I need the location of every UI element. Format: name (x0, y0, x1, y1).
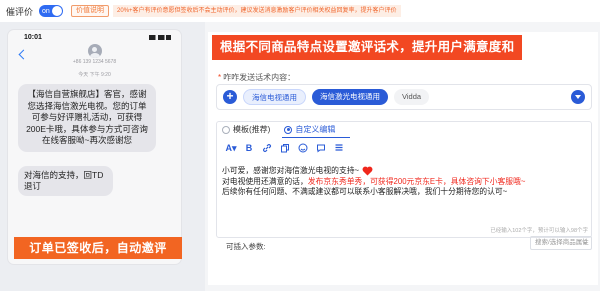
sender-number: +86 139 1234 5678 (72, 59, 117, 65)
editor-line-2-highlight: 发布京东秀单秀，可获得200元京东E卡，具体咨询下小客服哦~ (307, 176, 526, 186)
value-explanation-badge[interactable]: 价值说明 (71, 5, 110, 17)
radio-template[interactable]: 模板(推荐) (222, 124, 270, 135)
radio-template-dot (222, 125, 230, 134)
value-tip-text: 20%+客户有评价意愿但签收后不会主动评价，建议发送消息激励客户评价相关权益回复… (113, 5, 401, 17)
emoji-icon[interactable] (296, 142, 310, 154)
invite-review-label: 催评价 (6, 6, 34, 17)
editor-line-1-text: 小可爱，感谢您对海信激光电视的支持~ (222, 166, 360, 175)
insert-params-label: 可插入参数: (226, 242, 266, 251)
script-tip-callout: 根据不同商品特点设置邀评话术，提升用户满意度和粘性 (212, 35, 522, 79)
script-tag-selector: + 海信电视通用 海信激光电视通用 Vidda (216, 84, 592, 110)
tag-vidda[interactable]: Vidda (394, 89, 430, 105)
script-content-label: * 咋咋发送话术内容： (218, 72, 295, 83)
font-format-a-icon[interactable]: A▾ (224, 142, 238, 154)
radio-custom[interactable]: 自定义编辑 (284, 124, 335, 135)
active-tab-underline (282, 137, 350, 138)
editor-toolbar: A▾ B (224, 142, 350, 154)
phone-sms-preview: 10:01 +86 139 1234 5678 今天 下午 9:20 【海信自营… (8, 30, 181, 264)
settings-bar: 催评价 on 价值说明 20%+客户有评价意愿但签收后不会主动评价，建议发送消息… (0, 0, 600, 22)
sms-header: +86 139 1234 5678 (8, 44, 181, 70)
insert-params-select[interactable]: 搜索/选择商品属性 (530, 236, 592, 250)
phone-time: 10:01 (24, 33, 42, 41)
edit-mode-radios: 模板(推荐) 自定义编辑 (222, 124, 349, 135)
contact-avatar-icon (87, 44, 102, 58)
editor-content[interactable]: 小可爱，感谢您对海信激光电视的支持~ 对电视使用还满意的话，发布京东秀单秀，可获… (222, 166, 590, 198)
signal-icon (149, 34, 171, 40)
back-chevron-icon (18, 49, 29, 60)
add-tag-plus-icon[interactable]: + (223, 90, 237, 104)
char-counter: 已经输入102个字，预计可以输入98个字 (490, 228, 588, 234)
expand-tags-chevron-icon[interactable] (571, 90, 585, 104)
radio-custom-label: 自定义编辑 (295, 125, 336, 134)
script-content-label-text: 咋咋发送话术内容： (223, 73, 296, 82)
required-mark: * (218, 73, 222, 82)
editor-line-3: 后续你有任何问题、不满或建议都可以联系小客服解决哦，我们十分期待您的认可~ (222, 187, 508, 196)
chat-bubble-icon[interactable] (314, 142, 328, 154)
editor-line-2-prefix: 对电视使用还满意的话， (222, 176, 308, 186)
toggle-on-text: on (42, 7, 50, 15)
radio-custom-dot (284, 125, 293, 134)
phone-status-bar: 10:01 (8, 30, 181, 44)
copy-icon[interactable] (278, 142, 292, 154)
radio-template-label: 模板(推荐) (233, 125, 271, 134)
tag-hisense-tv[interactable]: 海信电视通用 (243, 89, 306, 105)
editor-line-2: 对电视使用还满意的话，发布京东秀单秀，可获得200元京东E卡，具体咨询下小客服哦… (222, 177, 590, 188)
heart-icon (362, 166, 373, 176)
editor-line-1: 小可爱，感谢您对海信激光电视的支持~ (222, 166, 590, 177)
auto-invite-callout: 订单已签收后，自动邀评 (14, 237, 182, 259)
link-icon[interactable] (260, 142, 274, 154)
sms-bubble-1: 【海信自营旗舰店】客官，感谢您选择海信激光电视。您的订单可参与好评赠礼活动，可获… (18, 84, 156, 152)
align-icon[interactable] (332, 142, 346, 154)
bold-icon[interactable]: B (242, 142, 256, 154)
sms-date: 今天 下午 9:20 (78, 72, 111, 78)
invite-review-toggle[interactable]: on (39, 5, 64, 17)
sms-bubble-2: 对海信的支持，回TD退订 (18, 165, 113, 196)
toggle-knob (52, 6, 63, 16)
screen: 催评价 on 价值说明 20%+客户有评价意愿但签收后不会主动评价，建议发送消息… (0, 0, 600, 291)
tag-hisense-laser-tv[interactable]: 海信激光电视通用 (312, 89, 388, 105)
